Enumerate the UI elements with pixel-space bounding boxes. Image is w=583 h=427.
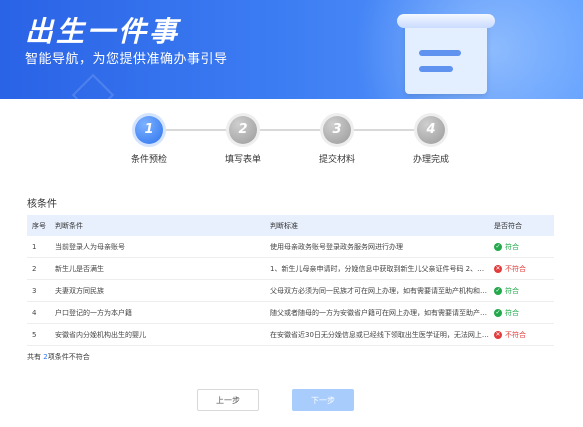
result-text: 符合 — [505, 286, 519, 295]
table-row: 2 新生儿是否满生 1、新生儿母亲申请时，分娩信息中获取到新生儿父亲证件号码 2… — [27, 258, 554, 280]
step-label: 填写表单 — [224, 155, 261, 165]
banner-subtitle: 智能导航，为您提供准确办事引导 — [25, 52, 228, 67]
prev-button[interactable]: 上一步 — [197, 389, 259, 411]
step-number: 2 — [229, 116, 257, 144]
summary-text: 共有 2项条件不符合 — [27, 352, 90, 362]
row-condition: 夫妻双方同民族 — [55, 286, 104, 295]
row-criterion: 父母双方必须为同一民族才可在网上办理，如有需要请至助产机构和户籍所... — [270, 286, 490, 295]
table-row: 5 安徽省内分娩机构出生的婴儿 在安徽省近30日无分娩信息或已经线下领取出生医学… — [27, 324, 554, 346]
step-3: 3 提交材料 — [287, 113, 387, 165]
banner-decoration — [71, 73, 115, 99]
header-index: 序号 — [32, 221, 46, 230]
row-condition: 户口登记的一方为本户籍 — [55, 308, 132, 317]
row-result: ✕ 不符合 — [490, 264, 554, 274]
row-result: ✓ 符合 — [490, 286, 554, 296]
progress-steps: 1 条件预检 2 填写表单 3 提交材料 4 办理完成 — [0, 113, 583, 168]
step-label: 提交材料 — [318, 155, 355, 165]
step-4: 4 办理完成 — [381, 113, 481, 165]
summary-suffix: 项条件不符合 — [47, 353, 90, 361]
row-condition: 安徽省内分娩机构出生的婴儿 — [55, 330, 146, 339]
step-label: 办理完成 — [412, 155, 449, 165]
check-circle-icon: ✓ — [494, 286, 502, 295]
document-scroll-icon — [397, 14, 495, 94]
section-title: 核条件 — [27, 199, 57, 210]
step-1: 1 条件预检 — [99, 113, 199, 165]
result-text: 符合 — [505, 242, 519, 251]
row-index: 5 — [32, 330, 37, 339]
row-result: ✓ 符合 — [490, 308, 554, 318]
close-circle-icon: ✕ — [494, 330, 502, 339]
row-index: 1 — [32, 242, 37, 251]
header-result: 是否符合 — [494, 221, 522, 230]
header-condition: 判断条件 — [55, 221, 83, 230]
banner-title: 出生一件事 — [25, 15, 181, 48]
table-row: 3 夫妻双方同民族 父母双方必须为同一民族才可在网上办理，如有需要请至助产机构和… — [27, 280, 554, 302]
step-number: 1 — [135, 116, 163, 144]
check-circle-icon: ✓ — [494, 308, 502, 317]
row-condition: 新生儿是否满生 — [55, 264, 104, 273]
close-circle-icon: ✕ — [494, 264, 502, 273]
row-index: 3 — [32, 286, 37, 295]
next-button[interactable]: 下一步 — [292, 389, 354, 411]
table-row: 1 当前登录人为母亲账号 使用母亲政务账号登录政务服务网进行办理 ✓ 符合 — [27, 236, 554, 258]
row-result: ✕ 不符合 — [490, 330, 554, 340]
row-result: ✓ 符合 — [490, 242, 554, 252]
result-text: 不符合 — [505, 264, 526, 273]
table-row: 4 户口登记的一方为本户籍 随父或者随母的一方为安徽省户籍可在网上办理，如有需要… — [27, 302, 554, 324]
row-criterion: 使用母亲政务账号登录政务服务网进行办理 — [270, 242, 403, 251]
row-criterion: 1、新生儿母亲申请时，分娩信息中获取到新生儿父亲证件号码 2、分娩信... — [270, 264, 490, 273]
conditions-table: 序号 判断条件 判断标准 是否符合 1 当前登录人为母亲账号 使用母亲政务账号登… — [27, 215, 554, 346]
result-text: 符合 — [505, 308, 519, 317]
step-number: 3 — [323, 116, 351, 144]
row-condition: 当前登录人为母亲账号 — [55, 242, 125, 251]
row-criterion: 随父或者随母的一方为安徽省户籍可在网上办理，如有需要请至助产机构和... — [270, 308, 490, 317]
header-criterion: 判断标准 — [270, 221, 298, 230]
step-2: 2 填写表单 — [193, 113, 293, 165]
step-number: 4 — [417, 116, 445, 144]
row-index: 4 — [32, 308, 37, 317]
row-index: 2 — [32, 264, 37, 273]
step-label: 条件预检 — [130, 155, 167, 165]
result-text: 不符合 — [505, 330, 526, 339]
summary-prefix: 共有 — [27, 353, 41, 361]
row-criterion: 在安徽省近30日无分娩信息或已经线下领取出生医学证明，无法网上办理 — [270, 330, 490, 339]
table-header: 序号 判断条件 判断标准 是否符合 — [27, 215, 554, 236]
hero-banner: 出生一件事 智能导航，为您提供准确办事引导 — [0, 0, 583, 99]
check-circle-icon: ✓ — [494, 242, 502, 251]
